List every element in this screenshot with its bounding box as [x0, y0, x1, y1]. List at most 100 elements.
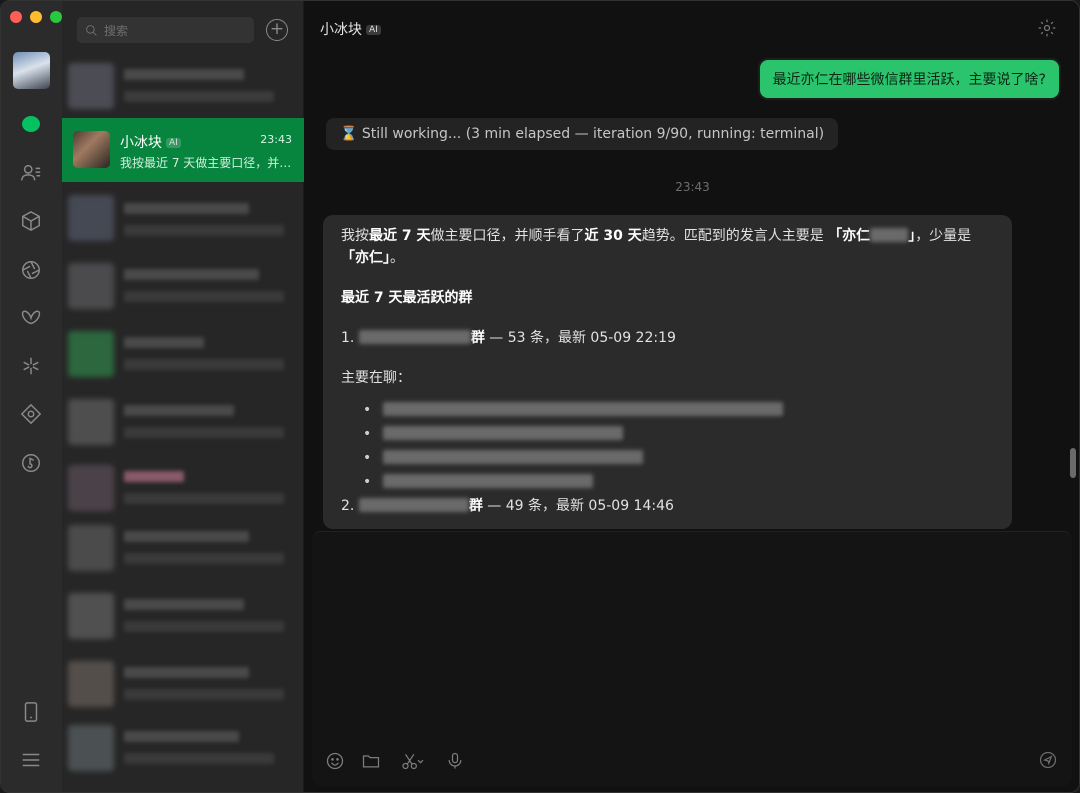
maximize-window-button[interactable] — [50, 11, 62, 23]
redacted-text — [124, 427, 284, 438]
chat-header: 小冰块 AI — [304, 1, 1079, 57]
list-item-active[interactable]: 小冰块 AI 23:43 我按最近 7 天做主要口径，并… — [62, 118, 304, 182]
settings-gear-icon[interactable] — [1037, 18, 1057, 38]
redacted-text — [383, 402, 783, 416]
avatar — [68, 263, 114, 309]
list-item[interactable] — [62, 321, 304, 385]
text-bold: 群 — [468, 498, 483, 514]
scrollbar-thumb[interactable] — [1070, 448, 1076, 478]
scissors-icon[interactable] — [396, 750, 430, 772]
list-number: 2. — [341, 498, 355, 514]
butterfly-icon[interactable] — [19, 306, 43, 330]
list-item[interactable] — [62, 651, 304, 715]
user-avatar[interactable] — [13, 52, 50, 89]
text-bold: 群 — [470, 330, 485, 346]
chat-name: 小冰块 AI — [120, 132, 181, 152]
redacted-text — [358, 498, 469, 512]
avatar — [68, 525, 114, 571]
avatar — [68, 725, 114, 771]
redacted-text — [124, 553, 284, 564]
redacted-text — [870, 228, 909, 242]
text-bold: 「亦仁」 — [341, 250, 390, 266]
chat-pane: 小冰块 AI 最近亦仁在哪些微信群里活跃，主要说了啥? ⌛ Still worki… — [304, 1, 1079, 792]
reply-intro: 我按最近 7 天做主要口径，并顺手看了近 30 天趋势。匹配到的发言人主要是 「… — [341, 225, 994, 269]
topics-list — [363, 399, 994, 495]
redacted-text — [124, 599, 244, 610]
diamond-icon[interactable] — [19, 402, 43, 426]
group-item-2: 2. 群 — 49 条，最新 05-09 14:46 — [341, 495, 994, 517]
list-item[interactable] — [62, 53, 304, 117]
list-item — [363, 423, 994, 447]
text-bold: 近 30 天 — [584, 228, 642, 244]
list-item[interactable] — [62, 389, 304, 453]
minimize-window-button[interactable] — [30, 11, 42, 23]
list-item[interactable] — [62, 185, 304, 249]
text-bold: 「亦仁 — [828, 228, 871, 244]
redacted-text — [124, 291, 284, 302]
status-message: ⌛ Still working... (3 min elapsed — iter… — [326, 118, 839, 150]
list-item[interactable] — [62, 515, 304, 579]
message-input[interactable] — [312, 531, 1072, 786]
text: 主要在聊： — [341, 370, 411, 386]
text-bold: 最近 7 天 — [369, 228, 431, 244]
redacted-text — [124, 531, 249, 542]
avatar — [68, 63, 114, 109]
incoming-message[interactable]: 我按最近 7 天做主要口径，并顺手看了近 30 天趋势。匹配到的发言人主要是 「… — [323, 215, 1012, 529]
nav-rail — [1, 1, 62, 792]
cube-icon[interactable] — [19, 209, 43, 233]
folder-icon[interactable] — [360, 750, 382, 772]
ai-badge: AI — [366, 25, 381, 35]
avatar — [68, 195, 114, 241]
app-window: 搜索 + 小冰块 AI 23:43 我按最近 7 天做主要口径，并… 小冰块 A… — [0, 0, 1080, 793]
ai-badge: AI — [166, 138, 181, 148]
avatar — [73, 131, 110, 168]
microphone-icon[interactable] — [444, 750, 466, 772]
close-window-button[interactable] — [10, 11, 22, 23]
search-placeholder: 搜索 — [104, 23, 129, 38]
text: 我按 — [341, 228, 369, 244]
redacted-text — [124, 225, 284, 236]
group-stats: — 49 条，最新 05-09 14:46 — [482, 498, 674, 514]
add-button[interactable]: + — [266, 19, 288, 41]
redacted-text — [383, 474, 593, 488]
list-item[interactable] — [62, 583, 304, 647]
list-item[interactable] — [62, 455, 304, 519]
emoji-icon[interactable] — [324, 750, 346, 772]
contacts-icon[interactable] — [19, 161, 43, 185]
chat-icon[interactable] — [22, 116, 40, 132]
avatar — [68, 593, 114, 639]
list-number: 1. — [341, 330, 355, 346]
text: 做主要口径，并顺手看了 — [430, 228, 585, 244]
chat-preview: 我按最近 7 天做主要口径，并… — [120, 156, 292, 170]
sparkle-icon[interactable] — [19, 354, 43, 378]
search-input[interactable]: 搜索 — [77, 17, 254, 43]
redacted-text — [124, 337, 204, 348]
aperture-icon[interactable] — [19, 258, 43, 282]
redacted-text — [124, 753, 274, 764]
text: 趋势。匹配到的发言人主要是 — [641, 228, 829, 244]
list-item — [363, 399, 994, 423]
conversation-list: 搜索 + 小冰块 AI 23:43 我按最近 7 天做主要口径，并… — [62, 1, 304, 792]
redacted-text — [124, 269, 259, 280]
list-item[interactable] — [62, 253, 304, 317]
redacted-text — [124, 689, 284, 700]
avatar — [68, 661, 114, 707]
group-item-1: 1. 群 — 53 条，最新 05-09 22:19 — [341, 327, 994, 349]
send-icon[interactable] — [1038, 750, 1058, 770]
section-heading: 最近 7 天最活跃的群 — [341, 287, 994, 309]
text: ，少量是 — [915, 228, 972, 244]
redacted-text — [124, 731, 239, 742]
chat-title: 小冰块 AI — [320, 19, 381, 39]
search-icon — [86, 24, 97, 36]
redacted-text — [124, 359, 284, 370]
chat-title-text: 小冰块 — [320, 22, 362, 38]
menu-icon[interactable] — [19, 748, 43, 772]
heading-text: 最近 7 天最活跃的群 — [341, 290, 473, 306]
list-item[interactable] — [62, 715, 304, 779]
redacted-text — [124, 203, 249, 214]
outgoing-message[interactable]: 最近亦仁在哪些微信群里活跃，主要说了啥? — [759, 60, 1059, 98]
phone-icon[interactable] — [19, 700, 43, 724]
redacted-text — [124, 69, 244, 80]
music-icon[interactable] — [19, 451, 43, 475]
redacted-text — [124, 621, 284, 632]
